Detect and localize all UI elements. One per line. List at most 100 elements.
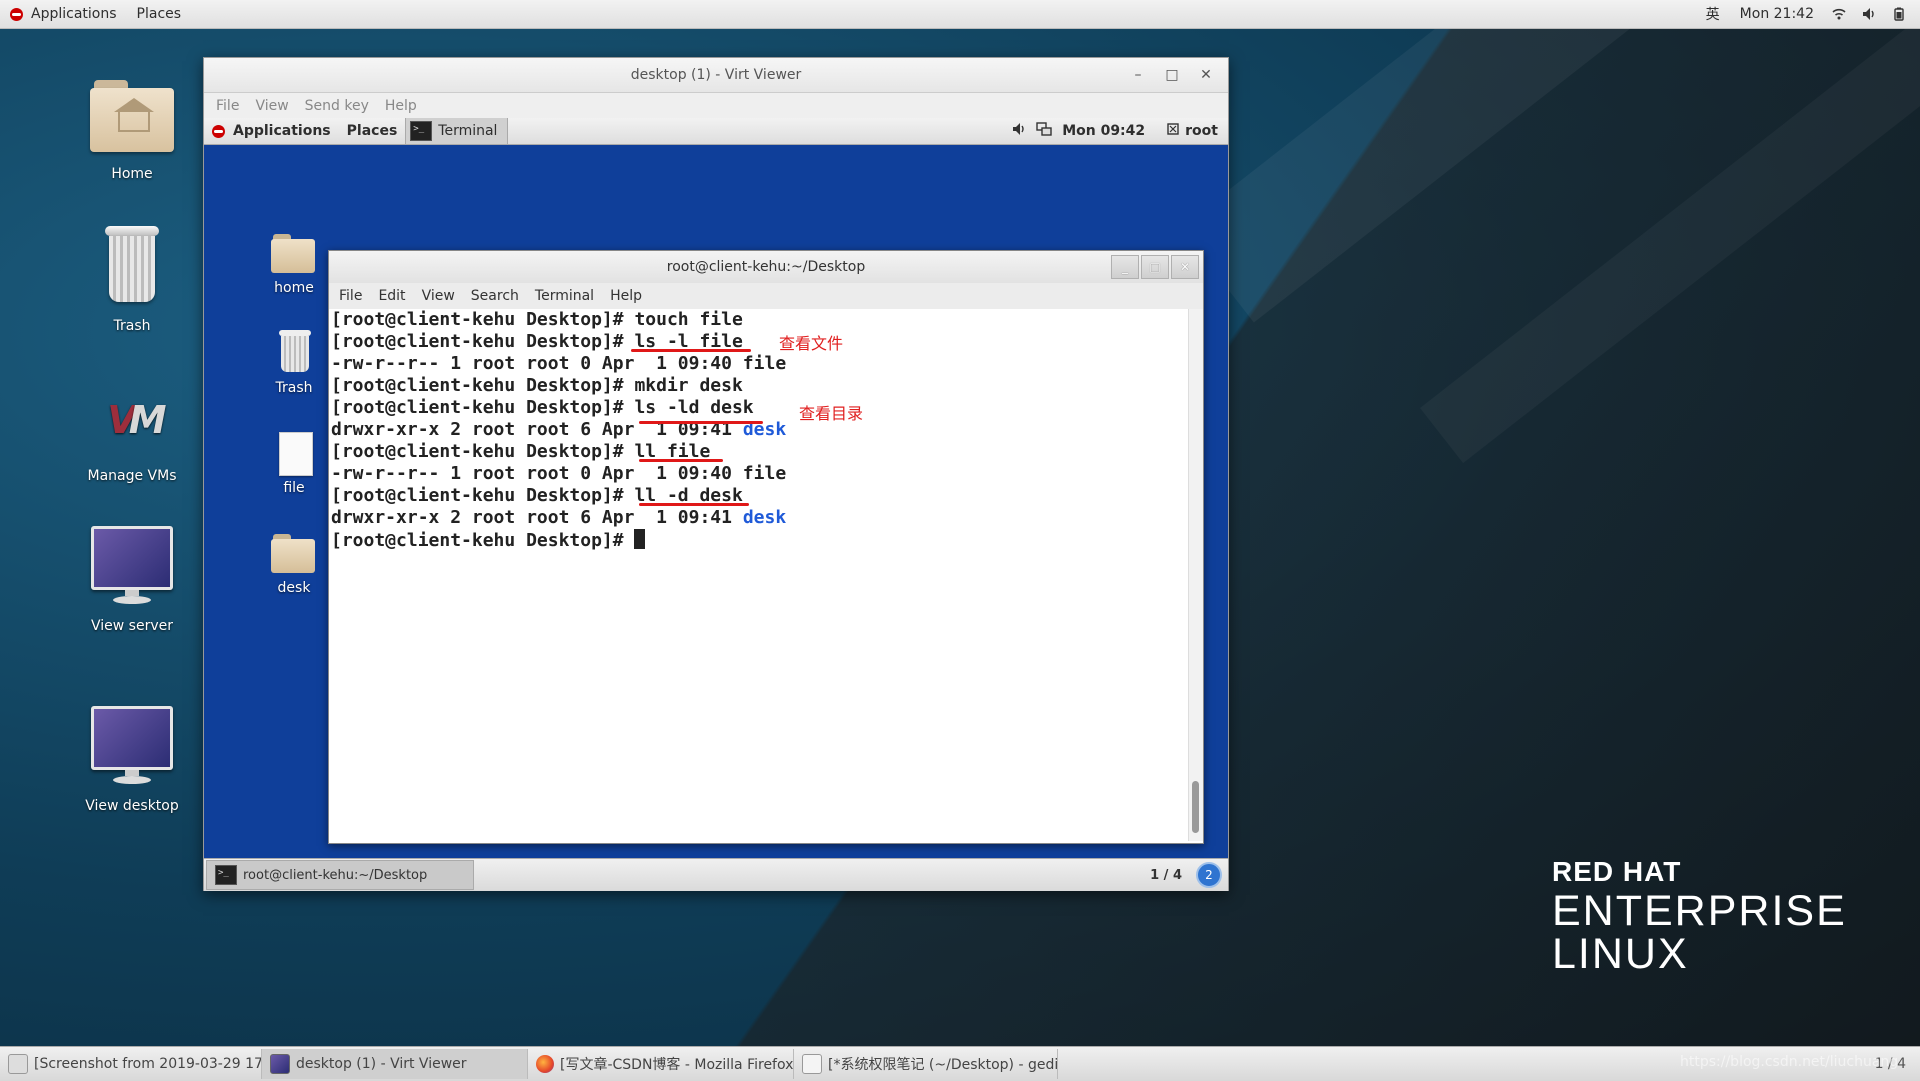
trash-icon [271, 330, 317, 376]
clock[interactable]: Mon 21:42 [1730, 0, 1824, 28]
guest-workspace-indicator[interactable]: 1 / 4 [1150, 868, 1182, 883]
terminal-line: [root@client-kehu Desktop]# ls -l file [329, 331, 1189, 353]
terminal-maximize-button[interactable]: □ [1141, 255, 1169, 279]
guest-applications-menu[interactable]: Applications [204, 118, 339, 144]
desktop-icon-label: View server [91, 618, 173, 634]
volume-icon[interactable] [1012, 122, 1026, 140]
directory-name: desk [742, 507, 787, 528]
logo-line-2: ENTERPRISE [1552, 887, 1847, 935]
desktop-icon-trash[interactable]: Trash [67, 222, 197, 334]
shell-prompt: [root@client-kehu Desktop]# [331, 397, 635, 418]
guest-icon-label: Trash [275, 380, 313, 396]
guest-top-bar: Applications Places Terminal Mon 09:42 r… [204, 118, 1228, 145]
wifi-icon[interactable] [1832, 7, 1846, 21]
terminal-line: [root@client-kehu Desktop]# touch file [329, 309, 1189, 331]
guest-desktop-icon-trash[interactable]: Trash [254, 330, 334, 396]
menu-view[interactable]: View [247, 98, 296, 114]
volume-icon[interactable] [1862, 7, 1876, 21]
network-icon[interactable] [1036, 122, 1052, 140]
text-editor-icon [802, 1054, 822, 1074]
desktop-icon-label: Home [111, 166, 153, 182]
output-text: drwxr-xr-x 2 root root 6 Apr 1 09:41 [331, 507, 743, 528]
terminal-title: root@client-kehu:~/Desktop [666, 259, 866, 275]
desktop-icon-manage-vms[interactable]: VM Manage VMs [67, 372, 197, 484]
menu-file[interactable]: File [208, 98, 247, 114]
shell-prompt: [root@client-kehu Desktop]# [331, 331, 635, 352]
task-screenshot[interactable]: [Screenshot from 2019-03-29 17-... [0, 1049, 262, 1079]
annotation-view-dir: 查看目录 [799, 404, 864, 423]
scrollbar-thumb[interactable] [1192, 781, 1199, 833]
image-viewer-icon [8, 1054, 28, 1074]
terminal-window-controls: _ □ ✕ [1109, 255, 1199, 279]
user-icon[interactable] [1167, 123, 1179, 139]
guest-icon-label: home [274, 280, 314, 296]
home-folder-icon [87, 70, 177, 160]
shell-prompt: [root@client-kehu Desktop]# [331, 441, 635, 462]
terminal-icon [410, 121, 433, 141]
applications-menu[interactable]: Applications [0, 0, 127, 28]
task-gedit[interactable]: [*系统权限笔记 (~/Desktop) - gedit] [794, 1049, 1058, 1079]
guest-clock[interactable]: Mon 09:42 [1062, 123, 1145, 139]
battery-icon[interactable] [1892, 7, 1906, 21]
task-virt-viewer[interactable]: desktop (1) - Virt Viewer [262, 1049, 528, 1079]
terminal-menu-file[interactable]: File [331, 288, 370, 304]
places-menu[interactable]: Places [127, 0, 192, 28]
guest-places-menu[interactable]: Places [339, 118, 406, 144]
command-text: ls -ld desk [634, 397, 754, 418]
desktop-icon-home[interactable]: Home [67, 70, 197, 182]
window-controls: – □ ✕ [1118, 58, 1220, 92]
guest-desktop-icon-desk[interactable]: desk [254, 530, 334, 596]
guest-desktop-icon-home[interactable]: home [254, 230, 334, 296]
terminal-scrollbar[interactable] [1188, 309, 1203, 841]
shell-prompt: [root@client-kehu Desktop]# [331, 485, 635, 506]
shell-prompt: [root@client-kehu Desktop]# [331, 530, 635, 551]
terminal-line: [root@client-kehu Desktop]# ls -ld desk [329, 397, 1189, 419]
guest-system-tray: Mon 09:42 root [1002, 118, 1228, 144]
terminal-line: [root@client-kehu Desktop]# ll file [329, 441, 1189, 463]
vm-manager-icon: VM [107, 398, 166, 442]
virt-viewer-titlebar[interactable]: desktop (1) - Virt Viewer – □ ✕ [204, 58, 1228, 93]
guest-desktop-icon-file[interactable]: file [254, 430, 334, 496]
terminal-line: [root@client-kehu Desktop]# [329, 529, 1189, 551]
terminal-output[interactable]: [root@client-kehu Desktop]# touch file [… [329, 309, 1189, 841]
guest-bottom-right: 1 / 4 2 [1150, 862, 1228, 888]
output-text: -rw-r--r-- 1 root root 0 Apr 1 09:40 fil… [331, 353, 787, 374]
terminal-menu-view[interactable]: View [414, 288, 463, 304]
notification-badge[interactable]: 2 [1196, 862, 1222, 888]
task-label: desktop (1) - Virt Viewer [296, 1056, 467, 1072]
virt-viewer-menubar: File View Send key Help [204, 93, 1228, 119]
maximize-button[interactable]: □ [1158, 63, 1186, 87]
terminal-minimize-button[interactable]: _ [1111, 255, 1139, 279]
guest-terminal-tab[interactable]: Terminal [405, 118, 509, 144]
menu-send-key[interactable]: Send key [297, 98, 377, 114]
text-cursor [634, 529, 646, 549]
desktop-icon-view-desktop[interactable]: View desktop [67, 702, 197, 814]
terminal-menu-help[interactable]: Help [602, 288, 650, 304]
terminal-line: [root@client-kehu Desktop]# mkdir desk [329, 375, 1189, 397]
task-label: [写文章-CSDN博客 - Mozilla Firefox] [560, 1057, 794, 1073]
minimize-button[interactable]: – [1124, 63, 1152, 87]
desktop-icon-view-server[interactable]: View server [67, 522, 197, 634]
rhel-logo: RED HAT ENTERPRISE LINUX [1552, 858, 1847, 976]
close-button[interactable]: ✕ [1192, 63, 1220, 87]
task-firefox[interactable]: [写文章-CSDN博客 - Mozilla Firefox] [528, 1049, 794, 1079]
guest-user-menu[interactable]: root [1185, 123, 1218, 139]
terminal-menu-edit[interactable]: Edit [370, 288, 413, 304]
redhat-logo-icon [212, 124, 225, 138]
shell-prompt: [root@client-kehu Desktop]# [331, 375, 635, 396]
terminal-menu-search[interactable]: Search [463, 288, 527, 304]
guest-display[interactable]: Applications Places Terminal Mon 09:42 r… [204, 118, 1228, 858]
guest-task-terminal[interactable]: root@client-kehu:~/Desktop [206, 860, 474, 890]
annotation-underline [631, 349, 751, 352]
terminal-menubar: File Edit View Search Terminal Help [329, 283, 1203, 309]
monitor-icon [87, 702, 177, 792]
input-method-indicator[interactable]: 英 [1696, 0, 1730, 28]
applications-label: Applications [31, 6, 117, 22]
terminal-menu-terminal[interactable]: Terminal [527, 288, 602, 304]
desktop-icon-label: Manage VMs [87, 468, 177, 484]
terminal-titlebar[interactable]: root@client-kehu:~/Desktop _ □ ✕ [329, 251, 1203, 283]
guest-task-label: root@client-kehu:~/Desktop [243, 867, 428, 883]
output-text: -rw-r--r-- 1 root root 0 Apr 1 09:40 fil… [331, 463, 787, 484]
terminal-close-button[interactable]: ✕ [1171, 255, 1199, 279]
menu-help[interactable]: Help [377, 98, 425, 114]
